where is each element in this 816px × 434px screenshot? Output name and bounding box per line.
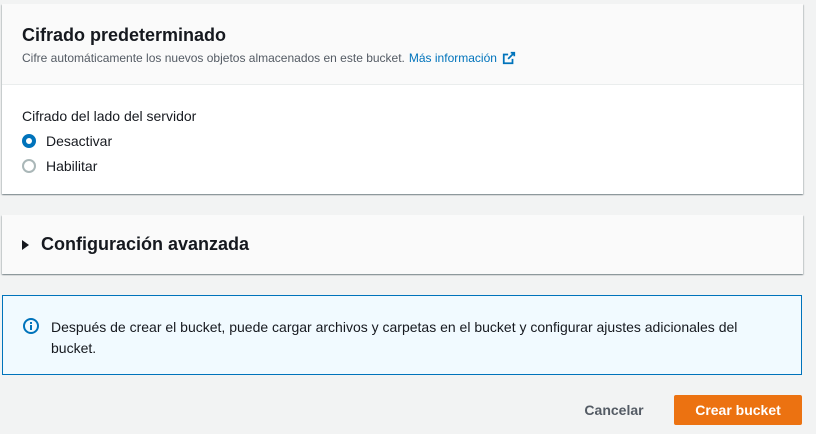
encryption-description: Cifre automáticamente los nuevos objetos… xyxy=(22,50,783,66)
alert-text: Después de crear el bucket, puede cargar… xyxy=(51,319,738,356)
radio-enable[interactable] xyxy=(22,159,36,173)
create-bucket-button[interactable]: Crear bucket xyxy=(674,395,802,425)
more-info-label: Más información xyxy=(408,51,497,65)
info-icon xyxy=(23,318,39,334)
radio-disable[interactable] xyxy=(22,134,36,148)
advanced-settings-toggle[interactable]: Configuración avanzada xyxy=(2,215,803,274)
advanced-settings-panel: Configuración avanzada xyxy=(2,215,803,274)
cancel-button[interactable]: Cancelar xyxy=(574,395,654,425)
encryption-title: Cifrado predeterminado xyxy=(22,25,227,45)
radio-option-disable[interactable]: Desactivar xyxy=(22,132,783,150)
radio-enable-label: Habilitar xyxy=(46,158,98,174)
radio-option-enable[interactable]: Habilitar xyxy=(22,157,783,175)
encryption-description-text: Cifre automáticamente los nuevos objetos… xyxy=(22,51,405,65)
radio-disable-label: Desactivar xyxy=(46,133,113,149)
more-info-link[interactable]: Más información xyxy=(409,50,516,66)
info-alert: Después de crear el bucket, puede cargar… xyxy=(2,295,802,375)
encryption-header: Cifrado predeterminado Cifre automáticam… xyxy=(2,4,803,85)
caret-right-icon xyxy=(22,239,29,250)
server-side-encryption-label: Cifrado del lado del servidor xyxy=(22,108,197,124)
encryption-body: Cifrado del lado del servidor Desactivar… xyxy=(2,85,803,175)
default-encryption-panel: Cifrado predeterminado Cifre automáticam… xyxy=(2,4,803,194)
external-link-icon xyxy=(502,51,516,65)
advanced-settings-title: Configuración avanzada xyxy=(41,234,250,254)
